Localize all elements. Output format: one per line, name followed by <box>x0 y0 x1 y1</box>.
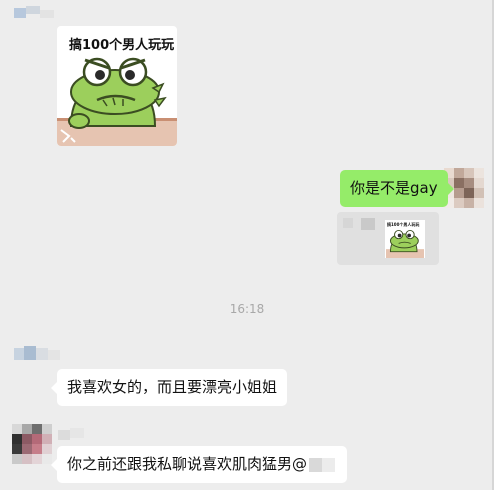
quote-name-mosaic <box>343 218 353 228</box>
frog-sticker-mini-icon <box>386 229 424 258</box>
incoming-text-2-content: 你之前还跟我私聊说喜欢肌肉猛男@ <box>67 455 308 473</box>
sender-name-mosaic-2 <box>14 346 62 362</box>
sender-name-mosaic-3 <box>58 428 98 440</box>
quoted-sticker-thumb: 搞100个男人玩玩 <box>385 220 425 258</box>
incoming-text-message-2[interactable]: 你之前还跟我私聊说喜欢肌肉猛男@ <box>50 446 348 483</box>
avatar-sender[interactable] <box>12 424 52 464</box>
outgoing-text-message[interactable]: 你是不是gay <box>340 170 454 207</box>
incoming-text-message-1[interactable]: 我喜欢女的，而且要漂亮小姐姐 <box>50 369 288 406</box>
mention-name-mosaic <box>309 458 336 472</box>
sticker-message[interactable]: 搞100个男人玩玩 <box>57 26 177 146</box>
quoted-sticker-card[interactable]: 搞100个男人玩玩 <box>337 212 439 265</box>
chat-timestamp: 16:18 <box>229 302 265 316</box>
sender-name-mosaic-1 <box>14 6 54 20</box>
quote-name-mosaic-2 <box>361 218 375 230</box>
frog-sticker-icon <box>57 57 177 146</box>
